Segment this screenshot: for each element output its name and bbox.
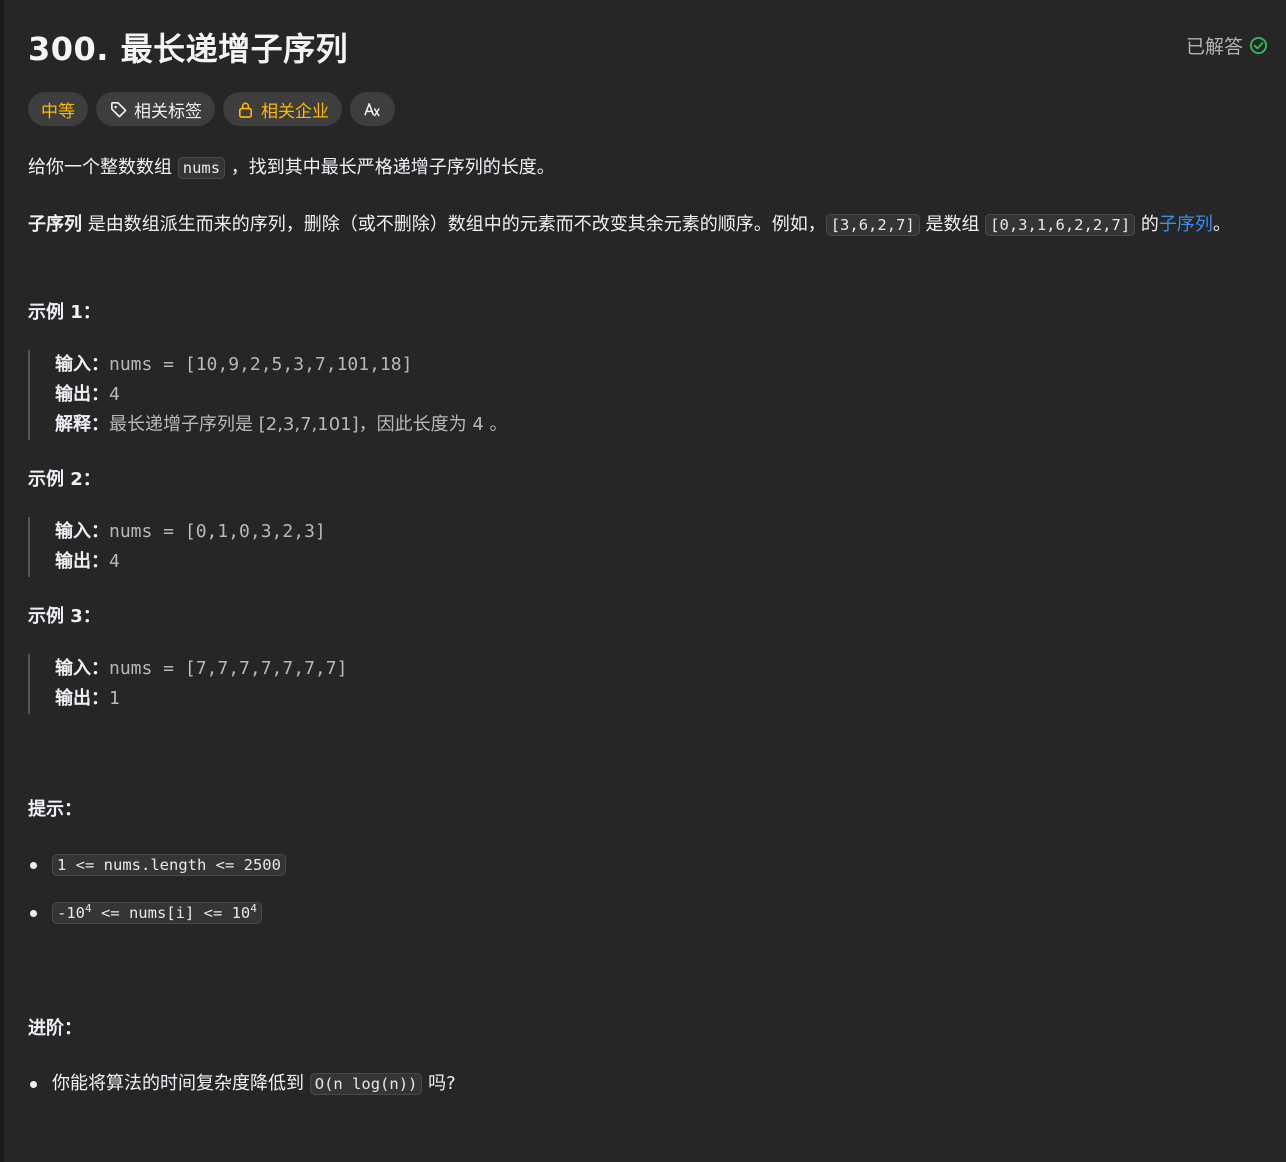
list-item: 你能将算法的时间复杂度降低到 O(n log(n)) 吗? <box>28 1068 1268 1100</box>
example-2-input: nums = [0,1,0,3,2,3] <box>109 521 326 542</box>
example-3-output: 1 <box>109 688 120 709</box>
example-1-input: nums = [10,9,2,5,3,7,101,18] <box>109 354 413 375</box>
constraints-list: 1 <= nums.length <= 2500 -104 <= nums[i]… <box>28 849 1268 929</box>
constraint-1: 1 <= nums.length <= 2500 <box>52 854 286 876</box>
inline-code: [3,6,2,7] <box>825 214 920 236</box>
solved-label: 已解答 <box>1185 36 1243 58</box>
related-companies-button[interactable]: 相关企业 <box>223 92 342 126</box>
example-2-block: 输入：nums = [0,1,0,3,2,3] 输出：4 <box>28 517 1268 577</box>
solved-status: 已解答 <box>1186 32 1268 59</box>
lock-icon <box>238 102 253 118</box>
tag-icon <box>111 101 127 117</box>
translate-icon <box>364 102 380 117</box>
list-item: -104 <= nums[i] <= 104 <box>28 897 1268 929</box>
example-2-title: 示例 2： <box>28 469 101 490</box>
followup-title: 进阶： <box>28 1018 82 1039</box>
check-circle-icon <box>1249 36 1268 55</box>
tag-bar: 中等 相关标签 相关企业 <box>28 92 395 126</box>
inline-code: nums <box>177 157 226 179</box>
constraint-2: -104 <= nums[i] <= 104 <box>52 902 262 924</box>
description-paragraph-2: 子序列 是由数组派生而来的序列，删除（或不删除）数组中的元素而不改变其余元素的顺… <box>28 214 1231 236</box>
complexity-code: O(n log(n)) <box>309 1073 423 1095</box>
example-3-input: nums = [7,7,7,7,7,7,7] <box>109 658 348 679</box>
related-companies-label: 相关企业 <box>261 101 329 122</box>
description-paragraph-1: 给你一个整数数组 nums ，找到其中最长严格递增子序列的长度。 <box>28 157 555 179</box>
example-3-block: 输入：nums = [7,7,7,7,7,7,7] 输出：1 <box>28 654 1268 714</box>
problem-content: 给你一个整数数组 nums ，找到其中最长严格递增子序列的长度。 子序列 是由数… <box>28 148 1268 1100</box>
related-topics-button[interactable]: 相关标签 <box>96 92 215 126</box>
example-1-output: 4 <box>109 384 120 405</box>
panel-divider <box>0 0 4 1162</box>
term-subsequence: 子序列 <box>28 214 82 235</box>
subsequence-link[interactable]: 子序列 <box>1159 214 1213 235</box>
example-1-explanation: 最长递增子序列是 [2,3,7,101]，因此长度为 4 。 <box>109 414 508 435</box>
example-1-block: 输入：nums = [10,9,2,5,3,7,101,18] 输出：4 解释：… <box>28 350 1268 440</box>
translate-button[interactable] <box>350 92 395 126</box>
followup-list: 你能将算法的时间复杂度降低到 O(n log(n)) 吗? <box>28 1068 1268 1100</box>
difficulty-badge[interactable]: 中等 <box>28 92 88 126</box>
related-topics-label: 相关标签 <box>134 101 202 122</box>
example-3-title: 示例 3： <box>28 606 101 627</box>
problem-title[interactable]: 300. 最长递增子序列 <box>28 24 348 70</box>
constraints-title: 提示： <box>28 799 82 820</box>
example-2-output: 4 <box>109 551 120 572</box>
difficulty-label: 中等 <box>41 101 75 122</box>
example-1-title: 示例 1： <box>28 302 101 323</box>
inline-code: [0,3,1,6,2,2,7] <box>985 214 1136 236</box>
list-item: 1 <= nums.length <= 2500 <box>28 849 1268 881</box>
